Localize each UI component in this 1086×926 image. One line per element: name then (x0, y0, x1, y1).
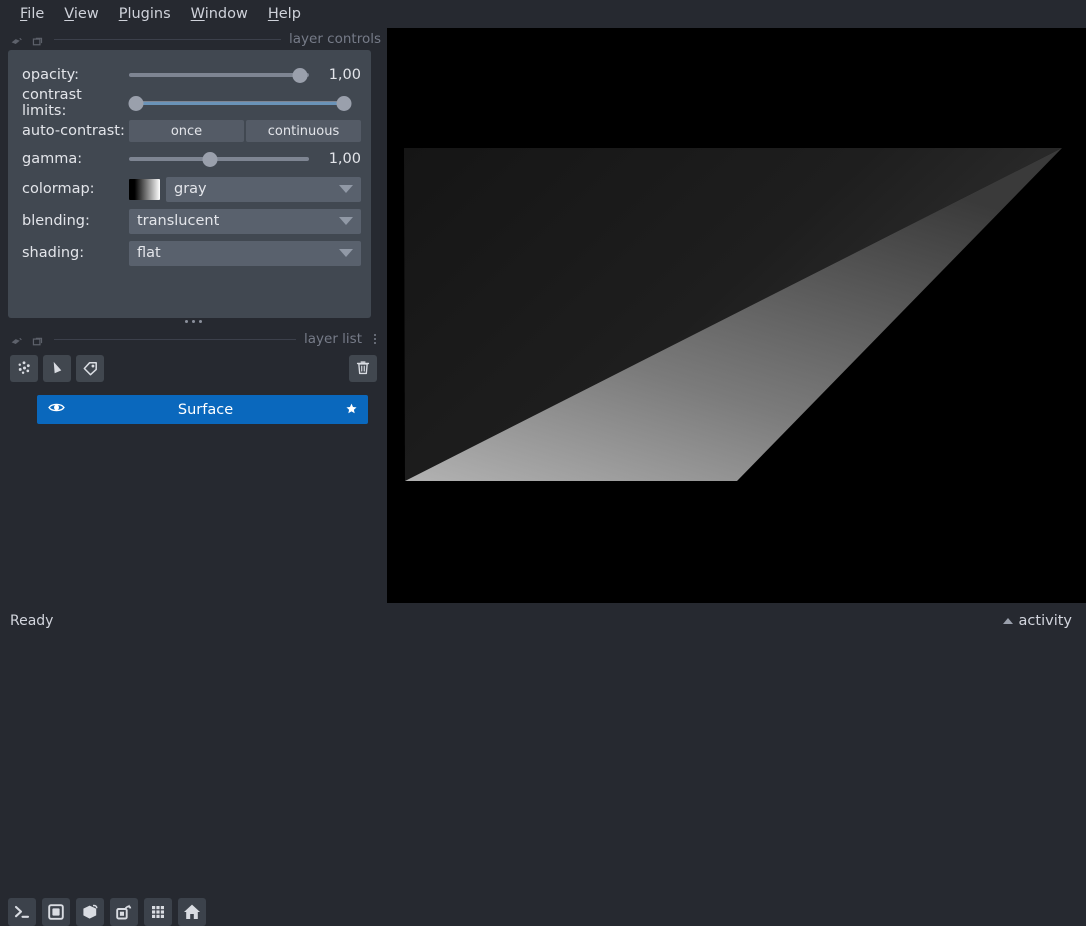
contrast-limits-slider[interactable] (128, 94, 352, 112)
layer-list-dock-header: layer list (0, 328, 387, 350)
layer-name: Surface (177, 401, 234, 418)
menu-file[interactable]: File (10, 4, 54, 24)
status-message: Ready (10, 612, 54, 629)
close-dock-icon[interactable] (31, 333, 44, 346)
surface-render (387, 28, 1086, 603)
blending-dropdown[interactable]: translucent (129, 208, 361, 234)
chevron-down-icon (339, 217, 353, 225)
auto-contrast-once-button[interactable]: once (129, 120, 244, 142)
auto-contrast-row: auto-contrast: once continuous (8, 117, 371, 145)
contrast-limits-fill (135, 101, 345, 105)
layer-thumbnail-badge (345, 400, 358, 419)
menu-help[interactable]: Help (258, 4, 311, 24)
menu-view[interactable]: View (54, 4, 108, 24)
layer-list-dock: layer list Surface (0, 328, 387, 926)
layer-controls-title: layer controls (289, 31, 381, 47)
dock-header-rule (54, 38, 281, 40)
roll-icon (116, 904, 132, 920)
layer-list-title: layer list (304, 331, 362, 347)
layer-controls-panel: opacity: 1,00 contrast limits: auto-cont… (8, 50, 371, 318)
gamma-slider-track (129, 157, 309, 161)
home-icon (184, 904, 200, 919)
menu-bar: File View Plugins Window Help (0, 0, 1086, 28)
list-item[interactable]: Surface (37, 395, 368, 424)
reset-view-button[interactable] (178, 898, 206, 926)
console-icon (14, 905, 30, 918)
layer-controls-dock-header: layer controls (0, 28, 387, 50)
blending-label: blending: (22, 213, 90, 229)
transpose-dims-button[interactable] (144, 898, 172, 926)
opacity-row: opacity: 1,00 (8, 61, 371, 89)
left-dock-area: layer controls opacity: 1,00 contrast li… (0, 28, 387, 926)
opacity-label: opacity: (22, 67, 80, 83)
contrast-limits-knob-low[interactable] (128, 95, 144, 111)
ndisplay-3d-button[interactable] (76, 898, 104, 926)
shapes-icon (53, 361, 61, 373)
eye-icon (48, 403, 65, 412)
gamma-value: 1,00 (328, 151, 361, 167)
delete-layer-button[interactable] (349, 354, 377, 382)
shading-value: flat (137, 245, 161, 261)
gamma-slider[interactable] (129, 150, 309, 168)
viewer-canvas[interactable] (387, 28, 1086, 603)
colormap-value: gray (174, 181, 207, 197)
chevron-down-icon (339, 185, 353, 193)
blending-row: blending: translucent (8, 205, 371, 237)
points-icon (18, 360, 30, 374)
dock-header-rule (54, 338, 296, 340)
new-points-layer-button[interactable] (10, 354, 38, 382)
roll-dims-button[interactable] (110, 898, 138, 926)
menu-plugins[interactable]: Plugins (109, 4, 181, 24)
activity-label: activity (1018, 612, 1072, 629)
float-dock-icon[interactable] (10, 333, 23, 346)
status-bar: Ready activity (0, 603, 1086, 638)
float-dock-icon[interactable] (10, 33, 23, 46)
cube-icon (83, 904, 98, 919)
labels-icon (83, 361, 97, 375)
colormap-dropdown[interactable]: gray (166, 176, 361, 202)
gamma-slider-knob[interactable] (202, 151, 218, 167)
layer-list-toolbar (0, 353, 387, 383)
colormap-row: colormap: gray (8, 173, 371, 205)
opacity-value: 1,00 (328, 67, 361, 83)
auto-contrast-continuous-button[interactable]: continuous (246, 120, 361, 142)
grid-icon (152, 906, 164, 918)
layer-visibility-toggle[interactable] (47, 398, 66, 421)
opacity-slider-knob[interactable] (292, 67, 308, 83)
contrast-limits-knob-high[interactable] (336, 95, 352, 111)
contrast-limits-row: contrast limits: (8, 87, 371, 119)
console-button[interactable] (8, 898, 36, 926)
close-dock-icon[interactable] (31, 33, 44, 46)
menu-window[interactable]: Window (181, 4, 258, 24)
shading-label: shading: (22, 245, 85, 261)
star-icon (346, 403, 357, 414)
shading-row: shading: flat (8, 237, 371, 269)
contrast-limits-label: contrast limits: (22, 87, 82, 119)
new-shapes-layer-button[interactable] (43, 354, 71, 382)
auto-contrast-label: auto-contrast: (22, 123, 125, 139)
gamma-row: gamma: 1,00 (8, 145, 371, 173)
napari-viewer-window: File View Plugins Window Help layer cont… (0, 0, 1086, 926)
gamma-label: gamma: (22, 151, 83, 167)
activity-toggle[interactable]: activity (1002, 612, 1072, 629)
dock-splitter-handle[interactable] (0, 320, 387, 323)
square-icon (48, 904, 64, 920)
trash-icon (356, 361, 370, 375)
colormap-swatch (129, 178, 160, 200)
opacity-slider[interactable] (129, 66, 309, 84)
new-labels-layer-button[interactable] (76, 354, 104, 382)
colormap-label: colormap: (22, 181, 95, 197)
blending-value: translucent (137, 213, 220, 229)
shading-dropdown[interactable]: flat (129, 240, 361, 266)
opacity-slider-track (129, 73, 309, 77)
ndisplay-2d-button[interactable] (42, 898, 70, 926)
viewer-toolbar (8, 898, 206, 926)
chevron-down-icon (339, 249, 353, 257)
layer-list-overflow-menu[interactable] (369, 334, 381, 344)
chevron-up-icon (1002, 617, 1013, 624)
